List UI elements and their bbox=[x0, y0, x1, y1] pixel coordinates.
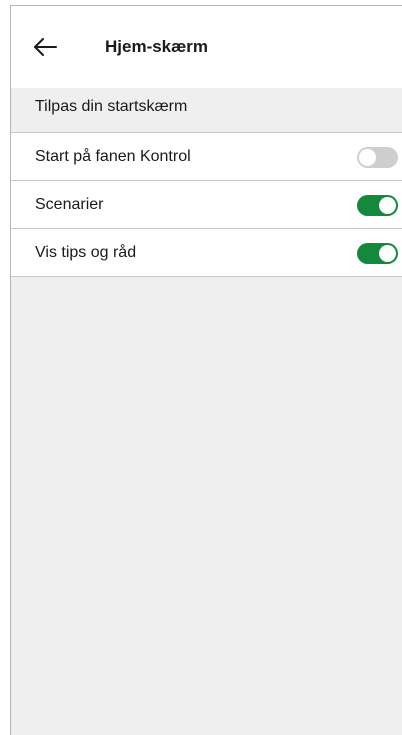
toggle-knob bbox=[359, 149, 376, 166]
arrow-left-icon bbox=[31, 33, 59, 61]
setting-label: Scenarier bbox=[35, 196, 104, 213]
app-screen: Hjem-skærm Tilpas din startskærm Start p… bbox=[10, 5, 402, 735]
section-label: Tilpas din startskærm bbox=[35, 98, 188, 115]
setting-row-start-on-control-tab: Start på fanen Kontrol bbox=[11, 133, 402, 181]
setting-label: Vis tips og råd bbox=[35, 244, 137, 261]
page-title: Hjem-skærm bbox=[105, 37, 208, 56]
setting-row-scenarios: Scenarier bbox=[11, 181, 402, 229]
settings-list: Start på fanen Kontrol Scenarier Vis tip… bbox=[11, 132, 402, 277]
show-tips-toggle[interactable] bbox=[357, 243, 398, 264]
setting-row-show-tips: Vis tips og råd bbox=[11, 229, 402, 277]
back-button[interactable] bbox=[31, 33, 59, 61]
setting-label: Start på fanen Kontrol bbox=[35, 148, 191, 165]
scenarios-toggle[interactable] bbox=[357, 195, 398, 216]
header: Hjem-skærm bbox=[11, 6, 402, 88]
start-on-control-tab-toggle[interactable] bbox=[357, 147, 398, 168]
toggle-knob bbox=[379, 245, 396, 262]
toggle-knob bbox=[379, 197, 396, 214]
